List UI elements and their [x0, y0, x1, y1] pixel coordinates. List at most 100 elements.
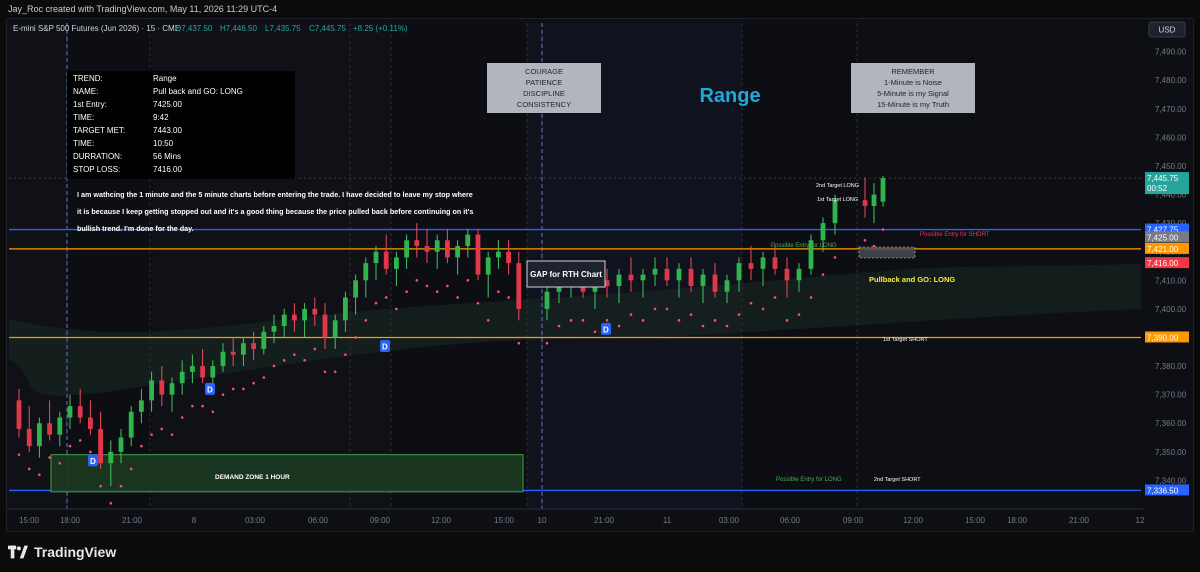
price-axis-countdown: 00:52 — [1147, 184, 1168, 193]
ohlc-high: H7,446.50 — [220, 24, 257, 33]
trail-dot — [863, 238, 867, 242]
x-tick-label: 11 — [663, 516, 672, 525]
candle-body — [322, 314, 328, 338]
trail-dot — [617, 324, 621, 328]
trail-dot — [119, 484, 123, 488]
trade-info-key: TIME: — [73, 113, 94, 122]
d-marker-label: D — [90, 457, 96, 466]
candle-body — [414, 240, 420, 246]
trail-dot — [38, 473, 41, 476]
candle-body — [724, 280, 730, 292]
attribution-text: Jay_Roc created with TradingView.com, Ma… — [8, 4, 278, 14]
candle-body — [485, 257, 491, 275]
candle-body — [77, 406, 83, 418]
currency-label: USD — [1159, 26, 1176, 35]
x-tick-label: 15:00 — [494, 516, 515, 525]
trail-dot — [507, 296, 510, 299]
x-tick-label: 21:00 — [122, 516, 143, 525]
trail-dot — [881, 228, 885, 231]
trail-dot — [545, 341, 549, 345]
price-axis-label-text: 7,425.00 — [1147, 233, 1179, 242]
candle-body — [271, 326, 277, 332]
candle-body — [88, 417, 93, 429]
candle-body — [496, 251, 501, 258]
trail-dot — [89, 450, 92, 454]
trail-dot — [677, 319, 681, 322]
candle-body — [118, 437, 124, 452]
candle-body — [220, 351, 226, 367]
candle-body — [373, 251, 379, 264]
remember-box-line: 15-Minute is my Truth — [877, 100, 949, 109]
trail-dot — [773, 296, 777, 299]
d-marker: D — [380, 340, 390, 353]
y-tick-label: 7,380.00 — [1155, 362, 1187, 371]
y-tick-label: 7,460.00 — [1155, 133, 1187, 142]
candle-body — [343, 297, 348, 321]
trail-dot — [252, 381, 255, 385]
candle-body — [475, 234, 481, 275]
chart-panel[interactable]: DEMAND ZONE 1 HOUR D D D D TREND: Range NAME: Pu… — [6, 18, 1194, 532]
y-tick-label: 7,350.00 — [1155, 448, 1187, 457]
trail-dot — [872, 244, 876, 248]
candle-body — [760, 257, 766, 269]
trail-dot — [486, 319, 490, 322]
tradingview-logo[interactable]: TradingView — [8, 544, 116, 560]
gap-label: GAP for RTH Chart — [526, 260, 606, 288]
candle-body — [871, 194, 877, 206]
trail-dot — [191, 404, 194, 408]
trail-dot — [737, 313, 741, 316]
trail-dot — [641, 319, 645, 322]
price-axis-label: 7,425.00 — [1145, 231, 1189, 243]
x-tick-label: 8 — [192, 516, 197, 525]
ohlc-low: L7,435.75 — [265, 24, 301, 33]
candle-body — [616, 274, 622, 287]
trail-dot — [48, 456, 51, 459]
candle-body — [200, 366, 205, 378]
trade-info-key: NAME: — [73, 87, 98, 96]
trail-dot — [725, 324, 729, 328]
trail-dot — [435, 290, 439, 294]
price-axis-label: 7,416.00 — [1145, 257, 1189, 269]
price-axis-label: 7,336.50 — [1145, 484, 1189, 496]
y-tick-label: 7,480.00 — [1155, 76, 1187, 85]
trail-dot — [242, 387, 245, 391]
trail-dot — [466, 278, 470, 282]
second-target-short-label: 2nd Target SHORT — [874, 477, 921, 483]
currency-button[interactable]: USD — [1148, 21, 1186, 38]
trail-dot — [629, 313, 633, 316]
trade-info-value: 56 Mins — [153, 152, 181, 161]
trail-dot — [78, 439, 82, 442]
candle-body — [47, 423, 52, 435]
candle-body — [652, 268, 658, 275]
tradingview-wordmark: TradingView — [34, 544, 117, 560]
price-chart[interactable]: DEMAND ZONE 1 HOUR D D D D TREND: Range NAME: Pu… — [7, 19, 1193, 531]
candle-body — [302, 308, 307, 321]
candle-body — [424, 245, 430, 252]
candle-body — [832, 200, 838, 224]
courage-box-line: CONSISTENCY — [517, 100, 571, 109]
trail-dot — [17, 453, 21, 456]
candle-body — [139, 400, 144, 412]
trail-dot — [374, 301, 378, 305]
candle-body — [640, 274, 646, 281]
candle-body — [57, 417, 63, 435]
candle-body — [251, 343, 256, 349]
courage-box-line: DISCIPLINE — [523, 89, 565, 98]
trail-dot — [323, 370, 327, 374]
x-tick-label: 03:00 — [719, 516, 740, 525]
candle — [808, 234, 814, 275]
trade-info-box: TREND: Range NAME: Pull back and GO: LONG 1s… — [67, 71, 295, 179]
candle-body — [664, 268, 670, 281]
commentary-line: bullish trend. I'm done for the day. — [77, 224, 194, 233]
candle-body — [292, 314, 297, 321]
x-tick-label: 12 — [1136, 516, 1145, 525]
trail-dot — [761, 307, 765, 311]
possible-entry-short-label: Possible Entry for SHORT — [920, 232, 990, 238]
trail-dot — [140, 444, 143, 448]
trail-dot — [221, 393, 225, 396]
candle-body — [16, 400, 22, 429]
x-tick-label: 15:00 — [965, 516, 986, 525]
y-tick-label: 7,400.00 — [1155, 305, 1187, 314]
trail-dot — [405, 290, 408, 294]
remember-box-line: REMEMBER — [891, 67, 935, 76]
